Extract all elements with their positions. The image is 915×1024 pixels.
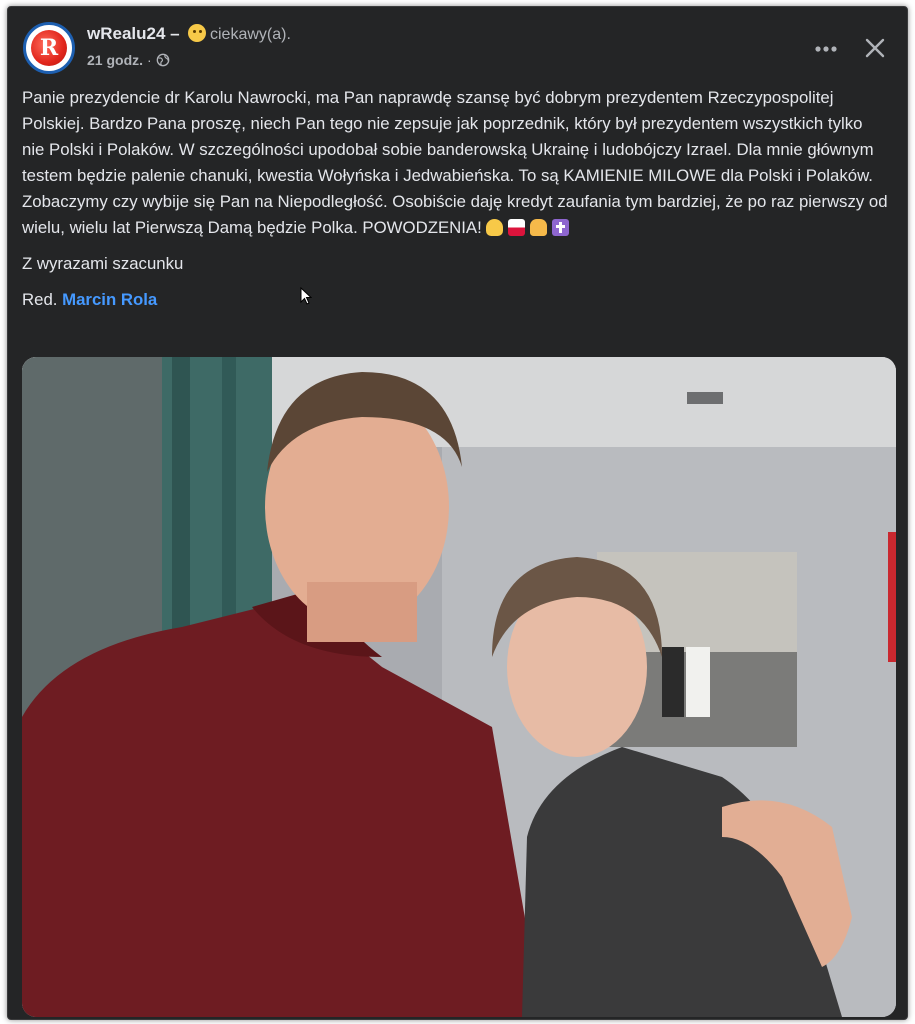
meta-dot: · [147,52,152,68]
poland-flag-icon [507,219,525,236]
post-body: Panie prezydencie dr Karolu Nawrocki, ma… [22,85,888,321]
post-dialog: R wRealu24 – ciekawy(a). 21 godz. · Pani… [7,6,908,1020]
victory-hand-icon [485,219,503,236]
separator: – [170,24,180,43]
feeling-emoji-icon [188,24,206,42]
page-name-link[interactable]: wRealu24 – [87,24,180,44]
page-name-text[interactable]: wRealu24 [87,24,165,43]
close-button[interactable] [860,33,890,63]
post-paragraph: Panie prezydencie dr Karolu Nawrocki, ma… [22,85,888,241]
post-paragraph-text: Panie prezydencie dr Karolu Nawrocki, ma… [22,88,888,237]
cross-icon [551,219,569,236]
author-link[interactable]: Marcin Rola [62,290,157,309]
page-avatar[interactable]: R [23,22,75,74]
post-signature: Red. Marcin Rola [22,287,888,313]
signature-prefix: Red. [22,290,58,309]
feeling-status: ciekawy(a). [186,24,291,44]
feeling-text: ciekawy(a). [210,26,291,43]
close-icon [865,38,885,58]
more-options-button[interactable] [812,35,840,63]
post-header: R wRealu24 – ciekawy(a). 21 godz. · [8,7,907,83]
post-timestamp[interactable]: 21 godz. [87,52,143,68]
photo-illustration [22,357,896,1017]
post-meta: 21 godz. · [87,52,170,68]
mouse-cursor-icon [300,287,312,305]
emoji-row [485,219,569,236]
post-closing: Z wyrazami szacunku [22,254,184,273]
page-logo-icon: R [31,30,67,66]
post-photo[interactable] [22,357,896,1017]
public-globe-icon[interactable] [156,53,170,67]
more-dots-icon [815,46,837,52]
praying-hands-icon [529,219,547,236]
